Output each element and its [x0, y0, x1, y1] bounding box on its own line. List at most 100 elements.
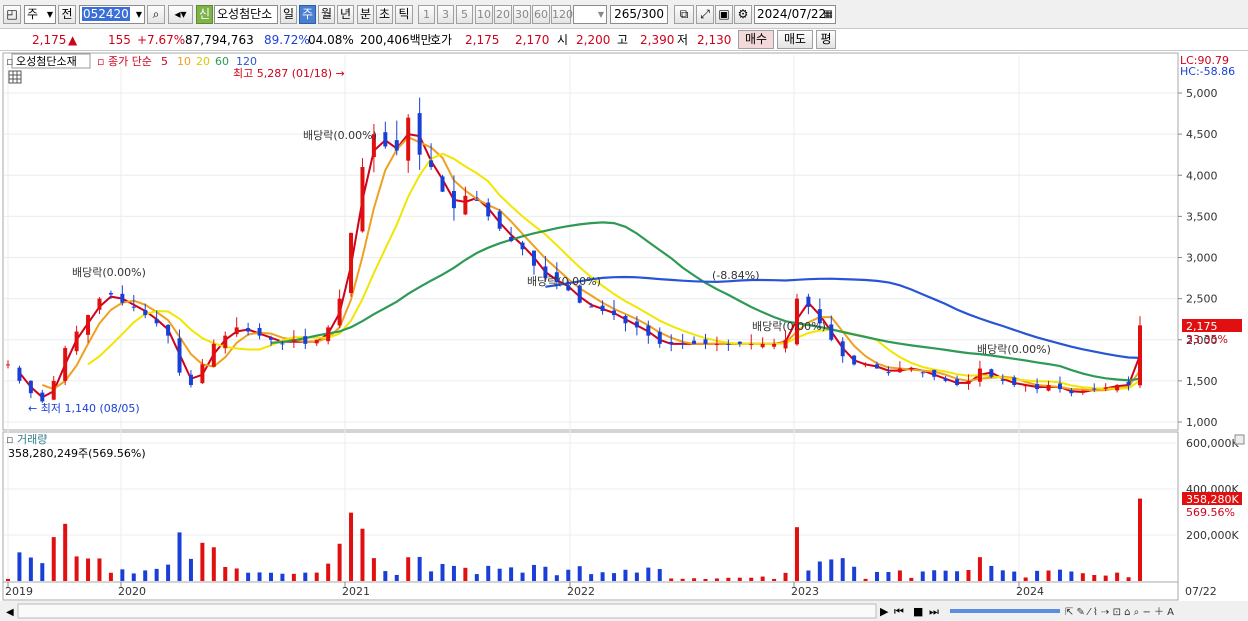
period-week-button[interactable]: 주 — [299, 5, 316, 24]
candle-body — [257, 328, 262, 336]
volume-bar — [474, 574, 479, 581]
volume-title: 거래량 — [17, 433, 47, 446]
interval-custom-select[interactable]: ▼ — [573, 5, 607, 24]
stock-code-value: 052420 — [82, 7, 130, 21]
candle-body — [783, 339, 788, 349]
interval-button[interactable]: 120 — [551, 5, 573, 24]
low-marker: ← 최저 1,140 (08/05) — [28, 402, 140, 415]
price-change: 155 — [108, 33, 131, 47]
prev-button[interactable]: 전 — [58, 5, 76, 24]
interval-button[interactable]: 10 — [475, 5, 493, 24]
bid-price: 2,170 — [515, 33, 550, 47]
next-icon[interactable]: ⏭ — [929, 605, 939, 618]
interval-button[interactable]: 20 — [494, 5, 512, 24]
candle-body — [86, 315, 91, 335]
gear-icon[interactable]: ⚙ — [734, 5, 752, 24]
date-value: 2024/07/22 — [757, 7, 827, 21]
volume-bar — [669, 578, 674, 581]
price-tag-pct: 33.35% — [1186, 333, 1228, 346]
save-icon[interactable]: ▣ — [715, 5, 733, 24]
dividend-annotation: 배당락(0.00%) — [72, 266, 146, 279]
candle-body — [680, 343, 685, 345]
candle-body — [120, 293, 125, 303]
volume-bar — [1069, 571, 1074, 581]
period-month-button[interactable]: 월 — [318, 5, 335, 24]
volume-bar — [257, 572, 262, 581]
candle-body — [417, 113, 422, 155]
interval-button[interactable]: 60 — [532, 5, 550, 24]
stop-icon[interactable]: ■ — [913, 605, 923, 618]
candle-body — [17, 367, 22, 381]
candle-body — [749, 343, 754, 345]
volume-bar — [612, 573, 617, 581]
low-price: 2,130 — [697, 33, 732, 47]
volume-tick-label: 200,000K — [1186, 529, 1239, 542]
candle-body — [1080, 390, 1085, 393]
volume-bar — [1115, 572, 1120, 581]
volume-bar — [646, 567, 651, 581]
time-tick-label: 2024 — [1016, 585, 1044, 598]
candle-body — [474, 199, 479, 201]
up-arrow-icon: ▲ — [68, 33, 78, 47]
sell-button[interactable]: 매도 — [777, 30, 813, 49]
volume-bar — [520, 572, 525, 581]
period-second-button[interactable]: 초 — [376, 5, 393, 24]
volume-axis: 600,000K400,000K200,000K — [1186, 437, 1239, 542]
search-icon[interactable]: ⌕ — [147, 5, 165, 24]
first-icon[interactable]: ⏮ — [894, 605, 904, 618]
price-tick-label: 1,000 — [1186, 416, 1218, 429]
scroll-track[interactable] — [17, 603, 877, 619]
candle-body — [863, 364, 868, 366]
chart-type-icon[interactable]: ⧉ — [674, 5, 694, 24]
table-icon[interactable] — [8, 70, 22, 84]
interval-button[interactable]: 3 — [437, 5, 454, 24]
play-icon[interactable]: ▶ — [880, 605, 889, 618]
stock-name-field[interactable]: 오성첨단소 — [214, 5, 278, 24]
buy-button[interactable]: 매수 — [738, 30, 774, 49]
candle-body — [51, 380, 56, 400]
speaker-icon[interactable]: ◂▾ — [168, 5, 193, 24]
chart-area[interactable]: ▫ 오성첨단소재 ▫ 종가 단순 5 10 20 60 120 LC:90.79… — [0, 51, 1248, 621]
time-tick-label: 07/22 — [1185, 585, 1217, 598]
zoom-slider[interactable] — [950, 609, 1060, 613]
panel-close-icon[interactable] — [1234, 434, 1245, 445]
candle-body — [394, 140, 399, 151]
window-menu-icon[interactable]: ◰ — [3, 5, 21, 24]
candle-body — [1138, 325, 1142, 386]
chart-svg[interactable]: ▫ 오성첨단소재 ▫ 종가 단순 5 10 20 60 120 LC:90.79… — [0, 51, 1248, 621]
volume-bar — [714, 578, 719, 581]
volume-bar — [1000, 570, 1005, 581]
drawing-tools-icon[interactable]: ⇱ ✎ ⁄ ⌇ ⇢ ⊡ ⌂ ⌕ − ＋ A — [1065, 607, 1174, 618]
period-year-button[interactable]: 년 — [337, 5, 354, 24]
line-tool-icon[interactable]: ⤢ — [696, 5, 714, 24]
candle-body — [463, 195, 468, 215]
interval-button[interactable]: 1 — [418, 5, 435, 24]
candle-body — [303, 336, 308, 344]
volume-bar — [749, 577, 754, 581]
date-field[interactable]: 2024/07/22 ▦ — [754, 5, 836, 24]
time-tick-label: 2021 — [342, 585, 370, 598]
volume-tag-pct: 569.56% — [1186, 506, 1235, 519]
time-tick-label: 2023 — [791, 585, 819, 598]
interval-button[interactable]: 30 — [513, 5, 531, 24]
count-field[interactable]: 265/300 — [610, 5, 668, 24]
eval-button[interactable]: 평 — [816, 30, 836, 49]
time-tick-label: 2022 — [567, 585, 595, 598]
period-tick-button[interactable]: 틱 — [395, 5, 413, 24]
stock-code-input[interactable]: 052420 ▼ — [79, 5, 145, 24]
candle-body — [337, 298, 342, 326]
volume-bar — [63, 523, 68, 581]
period-day-button[interactable]: 일 — [280, 5, 297, 24]
volume-bar — [440, 564, 445, 581]
candle-body — [852, 355, 857, 365]
interval-button[interactable]: 5 — [456, 5, 473, 24]
scroll-left-icon[interactable]: ◀ — [6, 607, 14, 618]
volume-bar — [17, 552, 22, 581]
period-main-select[interactable]: 주 ▼ — [24, 5, 56, 24]
candle-body — [714, 343, 719, 345]
volume-bar — [291, 573, 296, 581]
candle-body — [840, 341, 845, 357]
ask-label: 호가 — [430, 33, 453, 47]
legend-ma5: 5 — [161, 55, 168, 68]
period-minute-button[interactable]: 분 — [357, 5, 374, 24]
